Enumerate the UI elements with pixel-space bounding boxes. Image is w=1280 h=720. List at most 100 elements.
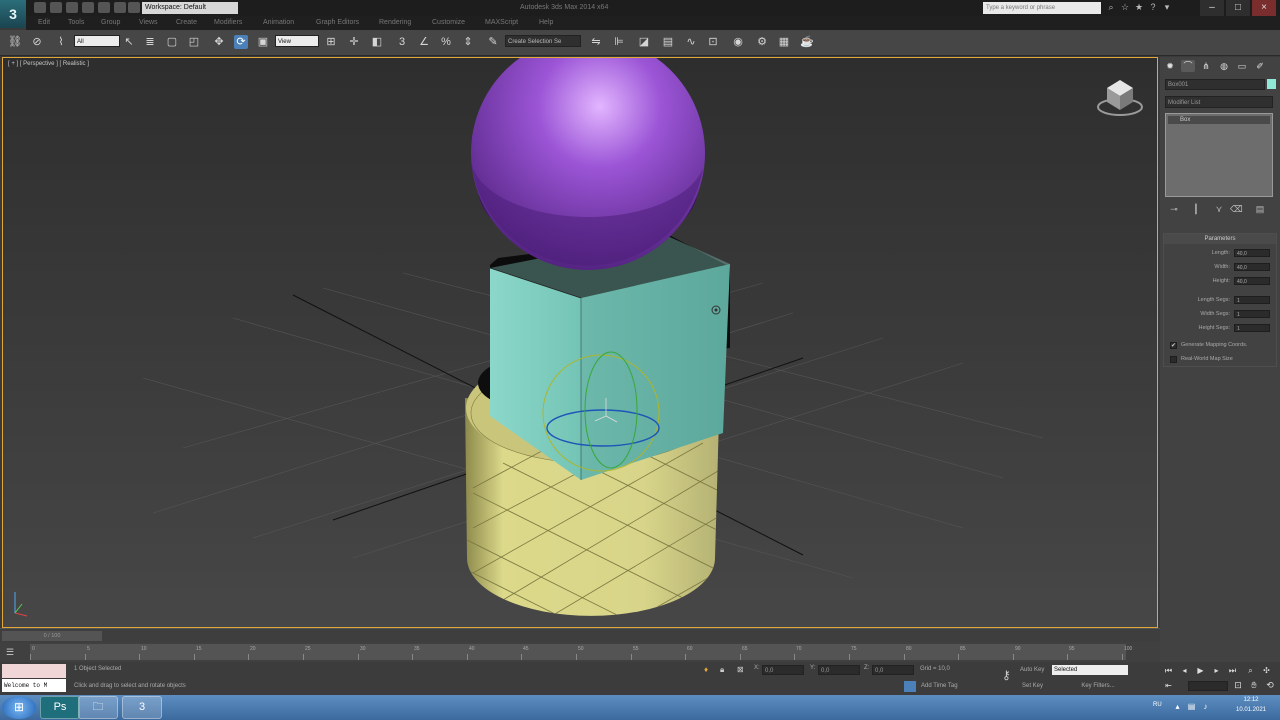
zoom-all-icon[interactable]: ✣ bbox=[1260, 665, 1273, 676]
clock-date[interactable]: 10.01.2021 bbox=[1226, 707, 1276, 713]
rollout-title[interactable]: Parameters bbox=[1164, 234, 1276, 244]
menu-edit[interactable]: Edit bbox=[38, 18, 50, 28]
select-by-name-icon[interactable]: ≣ bbox=[143, 35, 157, 49]
gen-mapping-checkbox[interactable]: ✔ bbox=[1170, 342, 1177, 349]
link-icon[interactable]: ⛓ bbox=[8, 35, 22, 49]
maxscript-listener-input[interactable] bbox=[2, 664, 66, 678]
help-icon[interactable]: ? bbox=[1148, 2, 1158, 13]
frame-ruler[interactable]: 0 5 10 15 20 25 30 35 40 45 50 55 60 65 70 75 80 85 90 95 10… bbox=[30, 644, 1132, 660]
maximize-icon[interactable]: □ bbox=[1226, 0, 1250, 16]
select-move-icon[interactable]: ✥ bbox=[212, 35, 226, 49]
real-world-checkbox[interactable] bbox=[1170, 356, 1177, 363]
menu-group[interactable]: Group bbox=[101, 18, 120, 28]
mini-curve-editor-icon[interactable]: ☰ bbox=[6, 646, 20, 658]
save-file-icon[interactable] bbox=[66, 2, 78, 13]
percent-snap-icon[interactable]: % bbox=[439, 35, 453, 49]
taskbar-app-photoshop[interactable]: Ps bbox=[40, 696, 80, 719]
zoom-icon[interactable]: ⌕ bbox=[1244, 665, 1257, 676]
configure-modifier-sets-icon[interactable]: ▤ bbox=[1254, 203, 1266, 215]
height-segs-spinner[interactable]: 1 bbox=[1234, 324, 1270, 332]
binoculars-icon[interactable]: ⌕ bbox=[1106, 2, 1116, 13]
display-tab-icon[interactable]: ▭ bbox=[1235, 60, 1249, 72]
add-time-tag-label[interactable]: Add Time Tag bbox=[921, 683, 958, 689]
motion-tab-icon[interactable]: ◍ bbox=[1217, 60, 1231, 72]
workspace-dropdown[interactable]: Workspace: Default bbox=[142, 2, 238, 14]
isolate-selection-icon[interactable]: ♦ bbox=[704, 665, 708, 674]
zoom-extents-icon[interactable]: ⊡ bbox=[1232, 679, 1244, 691]
length-spinner[interactable]: 40,0 bbox=[1234, 249, 1270, 257]
rendered-frame-icon[interactable]: ▦ bbox=[777, 35, 791, 49]
modifier-stack[interactable]: Box bbox=[1165, 113, 1273, 197]
scene-canvas[interactable] bbox=[3, 58, 1158, 628]
track-bar[interactable]: ☰ 0 5 10 15 20 25 30 35 40 45 50 55 60 65 70 75 80 85 90 95… bbox=[0, 642, 1160, 662]
bind-space-warp-icon[interactable]: ⌇ bbox=[54, 35, 68, 49]
select-object-icon[interactable]: ↖ bbox=[122, 35, 136, 49]
fetch-icon[interactable] bbox=[128, 2, 140, 13]
clock-time[interactable]: 12:12 bbox=[1226, 697, 1276, 703]
region-select-icon[interactable]: ▢ bbox=[165, 35, 179, 49]
menu-graph-editors[interactable]: Graph Editors bbox=[316, 18, 359, 28]
keyboard-shortcut-icon[interactable]: ◧ bbox=[370, 35, 384, 49]
select-rotate-icon[interactable]: ⟳ bbox=[234, 35, 248, 49]
search-input[interactable]: Type a keyword or phrase bbox=[983, 2, 1101, 14]
add-time-tag-icon[interactable] bbox=[904, 681, 916, 692]
undo-icon[interactable] bbox=[82, 2, 94, 13]
selection-lock-icon[interactable]: 🔒︎ bbox=[720, 665, 724, 675]
favorites-icon[interactable]: ★ bbox=[1134, 2, 1144, 13]
select-scale-icon[interactable]: ▣ bbox=[256, 35, 270, 49]
go-to-end-icon[interactable]: ⏭ bbox=[1226, 665, 1239, 676]
render-production-icon[interactable]: ☕ bbox=[800, 35, 814, 49]
mirror-icon[interactable]: ⇋ bbox=[589, 35, 603, 49]
tray-arrow-icon[interactable]: ▴ bbox=[1172, 701, 1183, 712]
menu-tools[interactable]: Tools bbox=[68, 18, 84, 28]
close-icon[interactable]: × bbox=[1252, 0, 1276, 16]
key-icon[interactable]: ⚷ bbox=[1002, 668, 1016, 682]
play-icon[interactable]: ▶ bbox=[1194, 665, 1207, 676]
start-button[interactable]: ⊞ bbox=[2, 696, 36, 719]
spinner-snap-icon[interactable]: ⇕ bbox=[461, 35, 475, 49]
app-logo-icon[interactable]: 3 bbox=[0, 0, 26, 28]
taskbar-app-explorer[interactable]: 🗀︎ bbox=[78, 696, 118, 719]
taskbar-app-3dsmax[interactable]: 3 bbox=[122, 696, 162, 719]
menu-rendering[interactable]: Rendering bbox=[379, 18, 411, 28]
length-segs-spinner[interactable]: 1 bbox=[1234, 296, 1270, 304]
pivot-center-icon[interactable]: ⊞ bbox=[324, 35, 338, 49]
key-mode-toggle-icon[interactable]: ⇤ bbox=[1162, 680, 1175, 691]
graphite-ribbon-icon[interactable]: ▤ bbox=[661, 35, 675, 49]
hold-icon[interactable] bbox=[114, 2, 126, 13]
menu-views[interactable]: Views bbox=[139, 18, 158, 28]
menu-animation[interactable]: Animation bbox=[263, 18, 294, 28]
previous-frame-icon[interactable]: ◂ bbox=[1178, 665, 1191, 676]
snaps-toggle-icon[interactable]: 3 bbox=[395, 35, 409, 49]
angle-snap-icon[interactable]: ∠ bbox=[417, 35, 431, 49]
menu-customize[interactable]: Customize bbox=[432, 18, 465, 28]
schematic-view-icon[interactable]: ⊡ bbox=[706, 35, 720, 49]
orbit-icon[interactable]: ⟲ bbox=[1264, 679, 1276, 691]
perspective-viewport[interactable]: [ + ] [ Perspective ] [ Realistic ] bbox=[2, 57, 1158, 628]
x-coordinate-field[interactable]: 0,0 bbox=[762, 665, 804, 675]
minimize-icon[interactable]: – bbox=[1200, 0, 1224, 16]
menu-create[interactable]: Create bbox=[176, 18, 197, 28]
window-crossing-icon[interactable]: ◰ bbox=[187, 35, 201, 49]
height-spinner[interactable]: 40,0 bbox=[1234, 277, 1270, 285]
object-name-field[interactable]: Box001 bbox=[1165, 79, 1265, 90]
stack-item-box[interactable]: Box bbox=[1168, 116, 1270, 124]
remove-modifier-icon[interactable]: ⌫ bbox=[1230, 203, 1243, 215]
set-key-button[interactable]: Set Key bbox=[1022, 683, 1043, 689]
volume-icon[interactable]: ♪ bbox=[1200, 701, 1211, 712]
new-file-icon[interactable] bbox=[34, 2, 46, 13]
object-color-swatch[interactable] bbox=[1267, 79, 1276, 89]
width-segs-spinner[interactable]: 1 bbox=[1234, 310, 1270, 318]
auto-key-button[interactable]: Auto Key bbox=[1020, 667, 1044, 673]
modify-tab-icon[interactable]: ⌒ bbox=[1181, 60, 1195, 72]
maxscript-output[interactable]: Welcome to M bbox=[2, 679, 66, 692]
network-icon[interactable]: ▤ bbox=[1186, 701, 1197, 712]
menu-maxscript[interactable]: MAXScript bbox=[485, 18, 518, 28]
help-dropdown-icon[interactable]: ▾ bbox=[1162, 2, 1172, 13]
make-unique-icon[interactable]: ⋎ bbox=[1213, 203, 1225, 215]
pan-icon[interactable]: ✋︎ bbox=[1248, 679, 1260, 691]
absolute-mode-icon[interactable]: ⊠ bbox=[737, 665, 744, 674]
width-spinner[interactable]: 40,0 bbox=[1234, 263, 1270, 271]
z-coordinate-field[interactable]: 0,0 bbox=[872, 665, 914, 675]
selection-filter-dropdown[interactable]: All bbox=[74, 35, 120, 47]
